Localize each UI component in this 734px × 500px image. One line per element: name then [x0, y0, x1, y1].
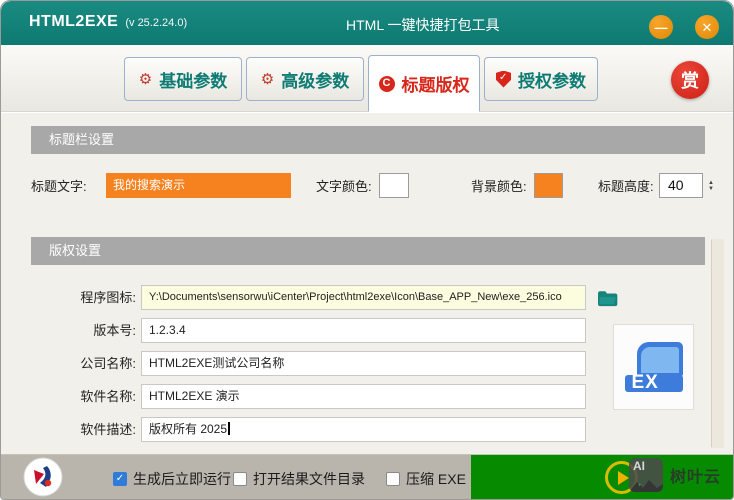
exe-file-icon: EX — [624, 342, 683, 393]
watermark-mountains-icon: + — [629, 480, 663, 492]
tab-basic-params[interactable]: ⚙ 基础参数 — [124, 57, 242, 101]
copyright-icon: C — [378, 75, 395, 92]
software-name-label: 软件名称: — [80, 389, 136, 404]
app-window: HTML2EXE (v 25.2.24.0) HTML 一键快捷打包工具 — ✕ … — [0, 0, 734, 500]
text-color-label: 文字颜色: — [316, 179, 372, 194]
company-name-label: 公司名称: — [80, 356, 136, 371]
checkbox-icon: ✓ — [113, 472, 127, 486]
right-edge-strip — [711, 239, 724, 448]
checkbox-label: 打开结果文件目录 — [253, 471, 365, 487]
title-text-input[interactable]: 我的搜索演示 — [106, 173, 291, 198]
checkbox-compress-exe[interactable]: 压缩 EXE — [386, 469, 466, 489]
section-header-copyright-settings: 版权设置 — [31, 237, 705, 265]
title-height-spinner[interactable]: ▲ ▼ — [705, 173, 717, 198]
footer-bar: ✓ 生成后立即运行 打开结果文件目录 压缩 EXE AI + 树叶云 — [1, 454, 733, 499]
software-name-input[interactable]: HTML2EXE 演示 — [141, 384, 586, 409]
gear-icon: ⚙ — [260, 70, 275, 88]
build-run-button[interactable]: AI + 树叶云 — [471, 455, 733, 499]
tab-title-copyright[interactable]: C 标题版权 — [368, 55, 480, 112]
tab-label: 标题版权 — [401, 76, 470, 95]
svg-text:+: + — [638, 483, 642, 489]
tab-license-params[interactable]: ✓ 授权参数 — [484, 57, 598, 101]
exe-icon-preview: EX — [613, 324, 694, 410]
gear-icon: ⚙ — [138, 70, 153, 88]
app-logo-icon[interactable] — [23, 457, 63, 497]
close-icon: ✕ — [701, 19, 713, 35]
version-label: 版本号: — [93, 323, 136, 338]
reward-button[interactable]: 赏 — [671, 61, 709, 99]
tab-label: 高级参数 — [281, 71, 350, 91]
minimize-button[interactable]: — — [649, 15, 673, 39]
exe-icon-text: EX — [631, 372, 659, 393]
text-color-swatch[interactable] — [379, 173, 409, 198]
browse-icon-button[interactable] — [593, 285, 621, 311]
app-title: HTML2EXE — [29, 13, 119, 30]
watermark-text: 树叶云 — [670, 469, 722, 486]
version-input[interactable]: 1.2.3.4 — [141, 318, 586, 343]
app-branding: HTML2EXE (v 25.2.24.0) — [29, 13, 187, 31]
titlebar: HTML2EXE (v 25.2.24.0) HTML 一键快捷打包工具 — ✕ — [1, 1, 733, 45]
folder-open-icon — [598, 291, 618, 307]
checkbox-icon — [233, 472, 247, 486]
checkbox-label: 生成后立即运行 — [133, 471, 231, 487]
watermark: AI + 树叶云 — [629, 458, 721, 492]
checkbox-icon — [386, 472, 400, 486]
company-name-input[interactable]: HTML2EXE测试公司名称 — [141, 351, 586, 376]
section-header-titlebar-settings: 标题栏设置 — [31, 126, 705, 154]
title-text-label: 标题文字: — [31, 179, 87, 194]
tab-advanced-params[interactable]: ⚙ 高级参数 — [246, 57, 364, 101]
minimize-icon: — — [654, 19, 668, 35]
software-description-value: 版权所有 2025 — [149, 422, 228, 436]
shield-check-icon: ✓ — [496, 70, 511, 88]
bg-color-swatch[interactable] — [534, 173, 563, 198]
content-panel: 标题栏设置 标题文字: 我的搜索演示 文字颜色: 背景颜色: 标题高度: 40 … — [1, 112, 733, 454]
bg-color-label: 背景颜色: — [471, 179, 527, 194]
tab-label: 授权参数 — [518, 71, 586, 91]
checkbox-label: 压缩 EXE — [406, 471, 466, 487]
checkbox-open-result-folder[interactable]: 打开结果文件目录 — [233, 469, 365, 489]
watermark-ai-icon: AI + — [629, 458, 663, 492]
program-icon-path-input[interactable]: Y:\Documents\sensorwu\iCenter\Project\ht… — [141, 285, 586, 310]
spinner-down-icon[interactable]: ▼ — [708, 186, 714, 192]
close-button[interactable]: ✕ — [695, 15, 719, 39]
software-description-label: 软件描述: — [80, 422, 136, 437]
title-height-input[interactable]: 40 — [659, 173, 703, 198]
text-caret — [228, 422, 231, 435]
software-description-input[interactable]: 版权所有 2025 — [141, 417, 586, 442]
program-icon-label: 程序图标: — [80, 290, 136, 305]
tab-bar: ⚙ 基础参数 ⚙ 高级参数 C 标题版权 ✓ 授权参数 赏 — [1, 45, 733, 112]
title-height-label: 标题高度: — [598, 179, 654, 194]
tab-label: 基础参数 — [159, 71, 228, 91]
checkbox-run-after-build[interactable]: ✓ 生成后立即运行 — [113, 469, 231, 489]
app-version: (v 25.2.24.0) — [125, 17, 188, 29]
window-title: HTML 一键快捷打包工具 — [346, 17, 500, 33]
